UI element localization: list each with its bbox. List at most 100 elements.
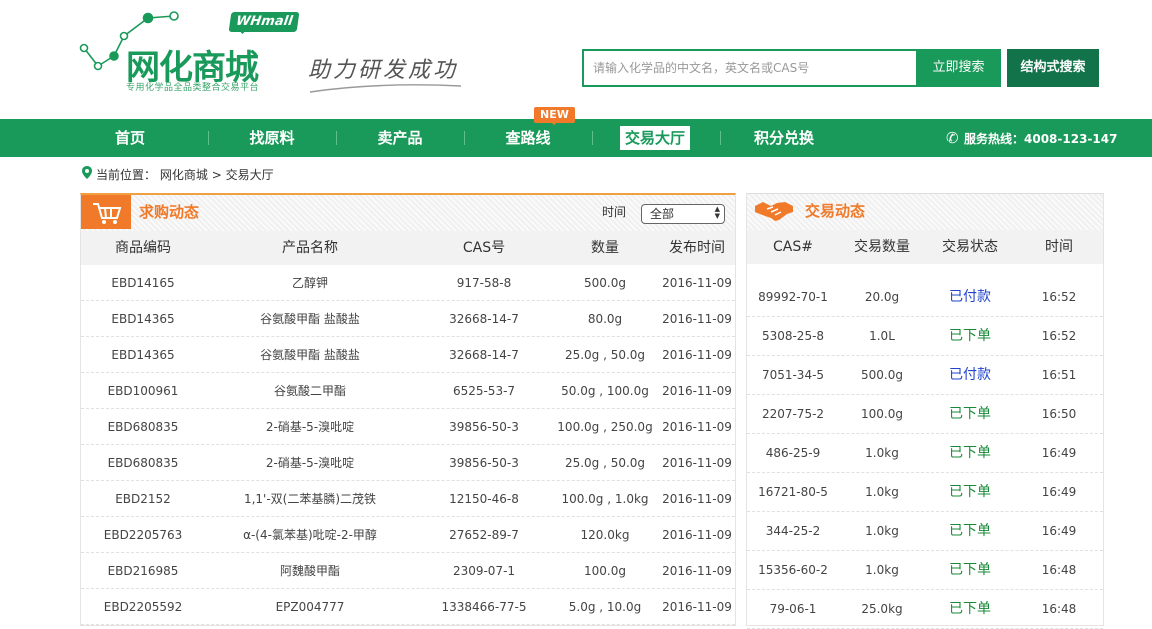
cell-cas-number: 486-25-9	[765, 446, 821, 460]
col-quantity: 数量	[591, 240, 619, 256]
table-row[interactable]: EBD680835 2-硝基-5-溴吡啶 39856-50-3 100.0g , 25…	[81, 409, 735, 445]
table-row[interactable]: EBD2205763 α-(4-氯苯基)吡啶-2-甲醇 27652-89-7 120.…	[81, 517, 735, 553]
cell-trade-status: 已付款	[949, 367, 991, 383]
new-badge: NEW	[534, 107, 575, 125]
cell-trade-quantity: 20.0g	[864, 290, 900, 304]
nav-item-find-materials[interactable]: 找原料	[240, 119, 304, 157]
cell-cas: 32668-14-7	[449, 312, 519, 326]
handshake-icon	[755, 202, 793, 221]
cell-cas: 917-58-8	[456, 276, 512, 290]
cell-trade-time: 16:48	[1041, 563, 1077, 577]
list-item[interactable]: 486-25-9 1.0kg 已下单 16:49	[747, 434, 1103, 473]
main-nav: 首页 找原料 卖产品 查路线 NEW 交易大厅 积分兑换 ✆ 服务热线：4008-…	[0, 107, 1152, 157]
cell-product-name: α-(4-氯苯基)吡啶-2-甲醇	[243, 528, 377, 542]
time-filter-select[interactable]: 全部 ▲ ▼	[641, 204, 725, 224]
site-logo[interactable]: 网化商城 WHmall 专用化学品全品类整合交易平台	[78, 10, 308, 96]
cell-trade-quantity: 500.0g	[861, 368, 903, 382]
cell-trade-status: 已下单	[949, 484, 991, 500]
cell-publish-time: 2016-11-09	[662, 384, 732, 398]
cell-product-name: 2-硝基-5-溴吡啶	[265, 420, 355, 434]
logo-badge: WHmall	[228, 12, 300, 32]
cell-publish-time: 2016-11-09	[662, 600, 732, 614]
search-input[interactable]: 请输入化学品的中文名，英文名或CAS号	[582, 49, 916, 87]
list-item[interactable]: 5308-25-8 1.0L 已下单 16:52	[747, 317, 1103, 356]
cell-cas-number: 344-25-2	[765, 524, 821, 538]
trade-panel-header: 交易动态	[747, 194, 1103, 230]
list-item[interactable]: 79-06-1 25.0kg 已下单 16:48	[747, 590, 1103, 629]
cell-product-code: EBD100961	[107, 384, 179, 398]
nav-item-points-exchange[interactable]: 积分兑换	[748, 119, 820, 157]
nav-item-sell-products[interactable]: 卖产品	[368, 119, 432, 157]
select-arrows-icon: ▲ ▼	[714, 205, 720, 220]
breadcrumb-home[interactable]: 网化商城	[160, 168, 208, 182]
table-row[interactable]: EBD14365 谷氨酸甲酯 盐酸盐 32668-14-7 25.0g , 50.0g…	[81, 337, 735, 373]
table-row[interactable]: EBD2205592 EPZ004777 1338466-77-5 5.0g , 10…	[81, 589, 735, 625]
col-trade-time: 时间	[1045, 239, 1073, 255]
table-row[interactable]: EBD680835 2-硝基-5-溴吡啶 39856-50-3 25.0g , 50.…	[81, 445, 735, 481]
table-row[interactable]: EBD100961 谷氨酸二甲酯 6525-53-7 50.0g , 100.0g 20…	[81, 373, 735, 409]
purchase-table-body: EBD14165 乙醇钾 917-58-8 500.0g 2016-11-09 EBD14…	[81, 265, 735, 625]
cell-trade-status: 已下单	[949, 523, 991, 539]
cell-trade-status: 已下单	[949, 328, 991, 344]
service-hotline: ✆ 服务热线：4008-123-147	[946, 119, 1117, 157]
cell-cas-number: 89992-70-1	[758, 290, 828, 304]
cell-product-code: EBD14365	[111, 348, 175, 362]
hotline-text: 服务热线：4008-123-147	[964, 132, 1118, 146]
cell-publish-time: 2016-11-09	[662, 456, 732, 470]
cell-product-name: 乙醇钾	[291, 276, 328, 290]
search-button[interactable]: 立即搜索	[916, 49, 1001, 87]
trade-table-body: 89992-70-1 20.0g 已付款 16:52 5308-25-8 1.0L 已下单 1…	[747, 278, 1103, 629]
table-row[interactable]: EBD14365 谷氨酸甲酯 盐酸盐 32668-14-7 80.0g 2016-11-…	[81, 301, 735, 337]
nav-separator	[592, 131, 593, 145]
slogan: 助力研发成功	[308, 58, 459, 83]
list-item[interactable]: 15356-60-2 1.0kg 已下单 16:48	[747, 551, 1103, 590]
cell-trade-status: 已下单	[949, 445, 991, 461]
cell-cas-number: 5308-25-8	[761, 329, 825, 343]
cell-trade-quantity: 1.0kg	[865, 524, 899, 538]
cell-publish-time: 2016-11-09	[662, 348, 732, 362]
nav-separator	[336, 131, 337, 145]
breadcrumb: 当前位置： 网化商城 > 交易大厅	[82, 166, 274, 184]
nav-item-trading-hall[interactable]: 交易大厅	[620, 126, 690, 150]
cell-trade-time: 16:49	[1041, 524, 1077, 538]
breadcrumb-prefix: 当前位置：	[96, 168, 157, 182]
cell-quantity: 80.0g	[587, 312, 623, 326]
cell-trade-status: 已下单	[949, 406, 991, 422]
cell-quantity: 100.0g	[584, 564, 626, 578]
list-item[interactable]: 7051-34-5 500.0g 已付款 16:51	[747, 356, 1103, 395]
cell-publish-time: 2016-11-09	[662, 564, 732, 578]
cell-trade-time: 16:52	[1041, 290, 1077, 304]
cell-trade-quantity: 1.0kg	[865, 485, 899, 499]
table-row[interactable]: EBD216985 阿魏酸甲酯 2309-07-1 100.0g 2016-11-09	[81, 553, 735, 589]
structure-search-button[interactable]: 结构式搜索	[1007, 49, 1099, 87]
list-item[interactable]: 16721-80-5 1.0kg 已下单 16:49	[747, 473, 1103, 512]
cell-trade-quantity: 1.0kg	[865, 446, 899, 460]
cell-trade-quantity: 1.0kg	[865, 563, 899, 577]
cell-cas: 12150-46-8	[449, 492, 519, 506]
cell-cas: 39856-50-3	[449, 420, 519, 434]
table-row[interactable]: EBD14165 乙醇钾 917-58-8 500.0g 2016-11-09	[81, 265, 735, 301]
cell-trade-time: 16:52	[1041, 329, 1077, 343]
list-item[interactable]: 344-25-2 1.0kg 已下单 16:49	[747, 512, 1103, 551]
purchase-table-header: 商品编码 产品名称 CAS号 数量 发布时间	[81, 231, 735, 265]
list-item[interactable]: 2207-75-2 100.0g 已下单 16:50	[747, 395, 1103, 434]
col-cas: CAS号	[462, 240, 506, 256]
time-filter-value: 全部	[650, 207, 675, 221]
nav-separator	[208, 131, 209, 145]
cell-product-name: 谷氨酸二甲酯	[273, 384, 346, 398]
cell-quantity: 100.0g , 1.0kg	[561, 492, 649, 506]
cell-cas: 2309-07-1	[452, 564, 516, 578]
time-filter-label: 时间	[602, 205, 627, 219]
cell-product-code: EBD680835	[107, 420, 179, 434]
cell-trade-time: 16:48	[1041, 602, 1077, 616]
cell-product-name: EPZ004777	[275, 600, 345, 614]
cell-trade-time: 16:51	[1041, 368, 1077, 382]
nav-item-home[interactable]: 首页	[100, 119, 160, 157]
cell-quantity: 50.0g , 100.0g	[561, 384, 649, 398]
site-header: 网化商城 WHmall 专用化学品全品类整合交易平台 助力研发成功 请输入化学品…	[0, 0, 1152, 119]
cell-quantity: 25.0g , 50.0g	[564, 456, 646, 470]
cell-trade-time: 16:49	[1041, 446, 1077, 460]
list-item[interactable]: 89992-70-1 20.0g 已付款 16:52	[747, 278, 1103, 317]
table-row[interactable]: EBD2152 1,1'-双(二苯基膦)二茂铁 12150-46-8 100.0g ,…	[81, 481, 735, 517]
cell-cas: 6525-53-7	[452, 384, 516, 398]
